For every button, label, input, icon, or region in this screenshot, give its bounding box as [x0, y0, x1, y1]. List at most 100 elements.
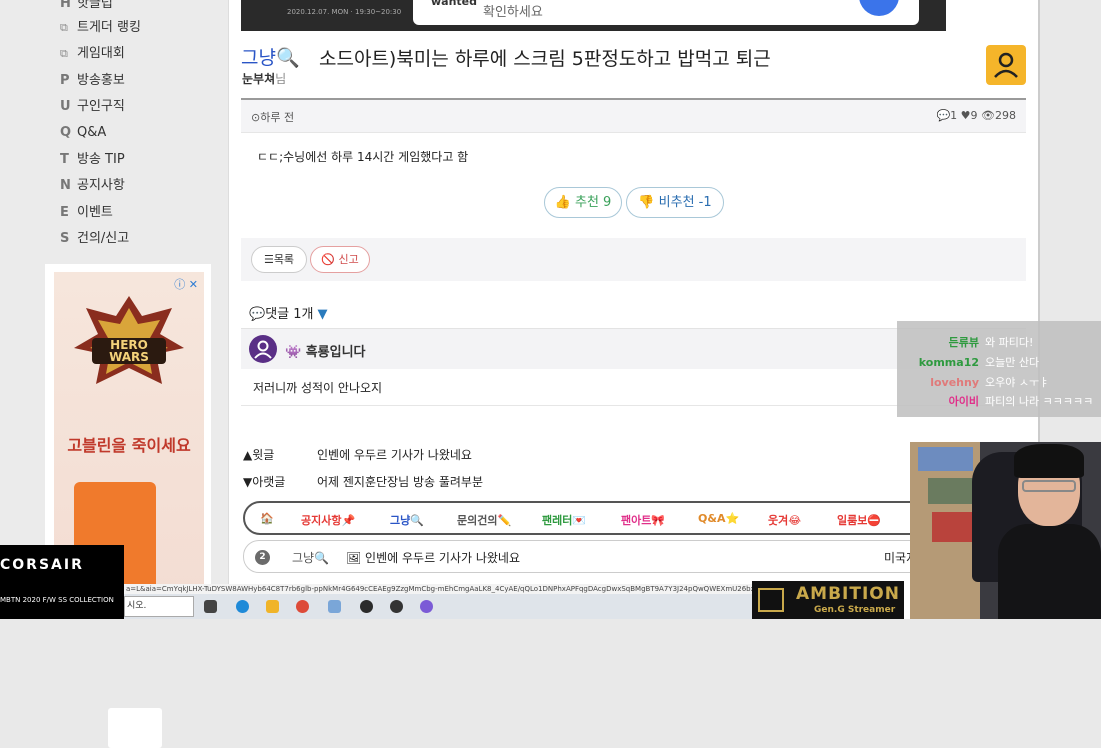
- external-link-icon: ⧉: [60, 47, 68, 60]
- corsair-sponsor-overlay: CORSAIR MBTN 2020 F/W SS COLLECTION: [0, 545, 124, 619]
- author-name: 눈부쳐: [242, 72, 276, 86]
- category-inquiry[interactable]: 문의건의✏️: [457, 512, 511, 528]
- sidebar-item-promo[interactable]: P 방송홍보: [60, 71, 125, 91]
- sidebar-key: E: [60, 205, 69, 220]
- list-button[interactable]: ☰목록: [251, 246, 307, 273]
- category-fanletter[interactable]: 팬레터💌: [542, 512, 586, 528]
- post-meta-bar: ⊙하루 전 💬1 ♥9 👁298: [241, 100, 1026, 133]
- task-view-icon[interactable]: [204, 600, 217, 613]
- toggle-triangle-icon[interactable]: ▼: [317, 307, 327, 322]
- chat-line: 아이비 파티의 나라 ㅋㅋㅋㅋㅋ: [897, 393, 1101, 409]
- gen-g-logo: [758, 588, 784, 612]
- thumbs-up-icon: 👍: [554, 195, 575, 210]
- sidebar-item-tips[interactable]: T 방송 TIP: [60, 150, 125, 170]
- windows-taskbar: 시오.: [124, 594, 752, 619]
- app-icon[interactable]: [390, 600, 403, 613]
- sidebar-item-hot[interactable]: H 핫글럽: [60, 0, 113, 14]
- external-link-icon: ⧉: [60, 21, 68, 34]
- sidebar-item-label: 방송홍보: [77, 73, 125, 88]
- comment-header[interactable]: 💬댓글 1개 ▼: [249, 303, 327, 322]
- sidebar-item-qna[interactable]: Q Q&A: [60, 123, 106, 143]
- corsair-subtitle: MBTN 2020 F/W SS COLLECTION: [0, 596, 114, 604]
- category-fanart[interactable]: 팬아트🎀: [621, 512, 665, 528]
- clock-icon: ⊙: [251, 111, 261, 124]
- category-general[interactable]: 그냥🔍: [390, 512, 424, 528]
- next-post-title[interactable]: 어제 젠지훈단장님 방송 풀려부분: [317, 475, 483, 489]
- category-ilbo[interactable]: 일룸보⛔: [837, 512, 881, 528]
- comment-text: 저러니까 성적이 안나오지: [253, 381, 383, 395]
- ambition-streamer-overlay: AMBITION Gen.G Streamer: [752, 581, 904, 619]
- ambition-subtitle: Gen.G Streamer: [814, 605, 896, 615]
- sidebar-item-ranking[interactable]: ⧉ 트게더 랭킹: [60, 18, 141, 38]
- chrome-icon[interactable]: [296, 600, 309, 613]
- app-icon[interactable]: [328, 600, 341, 613]
- chat-line: lovehny 오우야 ㅅㅜㅑ: [897, 374, 1101, 390]
- corsair-logo: CORSAIR: [0, 557, 84, 573]
- banner-brand: wanted: [431, 0, 478, 8]
- post-title: 소드아트)북미는 하루에 스크림 5판정도하고 밥먹고 퇴근: [319, 48, 771, 70]
- sidebar-item-report[interactable]: S 건의/신고: [60, 229, 129, 249]
- app-icon[interactable]: [360, 600, 373, 613]
- next-post-row[interactable]: ▼아랫글 어제 젠지훈단장님 방송 풀려부분: [243, 473, 483, 490]
- chat-message: 오우야 ㅅㅜㅑ: [985, 376, 1050, 389]
- banner-ad[interactable]: wanted 확인하세요: [413, 0, 919, 25]
- category-notice[interactable]: 공지사항📌: [301, 512, 355, 528]
- avatar[interactable]: [249, 335, 277, 363]
- banner-message: 확인하세요: [483, 5, 543, 20]
- sidebar-item-label: 건의/신고: [77, 231, 130, 246]
- chat-line: [897, 318, 1101, 331]
- sidebar-key: S: [60, 231, 70, 246]
- category-bar: 🏠 공지사항📌 그냥🔍 문의건의✏️ 팬레터💌 팬아트🎀 Q&A⭐ 웃겨😂 일룸…: [243, 501, 953, 535]
- sidebar-item-notice[interactable]: N 공지사항: [60, 176, 125, 196]
- prev-post-title[interactable]: 인벤에 우두르 기사가 나왔네요: [317, 448, 472, 462]
- banner-date: 2020.12.07. MON · 19:30~20:30: [287, 8, 402, 16]
- status-url-bar: a=L&aia=CmYqkJLHX-TuDYSW8AWHyb64C8T7rb6g…: [124, 584, 752, 594]
- post-category[interactable]: 그냥🔍: [241, 43, 300, 70]
- upvote-button[interactable]: 👍 추천 9: [544, 187, 622, 218]
- sidebar-key: N: [60, 178, 71, 193]
- prev-post-row[interactable]: ▲윗글 인벤에 우두르 기사가 나왔네요: [243, 446, 472, 463]
- chat-username: lovehny: [930, 376, 979, 389]
- comment-icon: 💬: [936, 109, 951, 122]
- category-funny[interactable]: 웃겨😂: [768, 512, 801, 528]
- chat-username: 든류뷰: [948, 336, 979, 349]
- list-item-title[interactable]: 🖼 인벤에 우두르 기사가 나왔네요: [346, 549, 520, 566]
- file-explorer-icon[interactable]: [266, 600, 279, 613]
- sidebar-item-label: 이벤트: [77, 205, 113, 220]
- sidebar-item-event[interactable]: E 이벤트: [60, 203, 113, 223]
- list-item-category: 그냥🔍: [292, 551, 330, 565]
- sidebar-key: P: [60, 73, 70, 88]
- like-count: 9: [970, 109, 978, 122]
- chat-message: 파티의 나라 ㅋㅋㅋㅋㅋ: [985, 395, 1094, 408]
- downvote-button[interactable]: 👎 비추천 -1: [626, 187, 724, 218]
- comment-author[interactable]: 👾 흑룡입니다: [285, 341, 366, 360]
- author-suffix: 님: [275, 72, 287, 86]
- edge-icon[interactable]: [236, 600, 249, 613]
- list-item[interactable]: 2 그냥🔍 🖼 인벤에 우두르 기사가 나왔네요 미국지: [243, 540, 953, 573]
- post-time: ⊙하루 전: [251, 111, 295, 124]
- view-count: 298: [995, 109, 1016, 122]
- sidebar-item-label: Q&A: [77, 125, 107, 140]
- thumbs-down-icon: 👎: [638, 195, 659, 210]
- ad-info-icon[interactable]: ⓘ ✕: [174, 276, 198, 292]
- taskbar-search[interactable]: 시오.: [124, 596, 194, 617]
- post-action-bar: ☰목록 🚫 신고: [241, 238, 1026, 281]
- post-body: ㄷㄷ;수닝에선 하루 14시간 게임했다고 함: [257, 150, 469, 164]
- list-icon: ☰: [263, 253, 274, 266]
- category-qna[interactable]: Q&A⭐: [698, 512, 739, 525]
- report-button[interactable]: 🚫 신고: [310, 246, 370, 273]
- post-stats: 💬1 ♥9 👁298: [936, 109, 1016, 122]
- sidebar-item-tournament[interactable]: ⧉ 게임대회: [60, 44, 125, 64]
- app-icon[interactable]: [420, 600, 433, 613]
- prev-post-label: ▲윗글: [243, 448, 275, 462]
- user-profile-icon[interactable]: [986, 45, 1026, 85]
- sidebar-item-jobs[interactable]: U 구인구직: [60, 97, 125, 117]
- banner-circle-icon[interactable]: [859, 0, 899, 16]
- top-banner[interactable]: 2020.12.07. MON · 19:30~20:30 wanted 확인하…: [241, 0, 946, 31]
- home-icon[interactable]: 🏠: [260, 512, 274, 525]
- post-author[interactable]: 눈부쳐님: [242, 70, 286, 87]
- webcam-overlay: [910, 442, 1101, 619]
- sidebar-key: Q: [60, 125, 72, 140]
- report-icon: 🚫: [321, 253, 339, 266]
- chat-message: 오늘만 산다: [985, 356, 1040, 369]
